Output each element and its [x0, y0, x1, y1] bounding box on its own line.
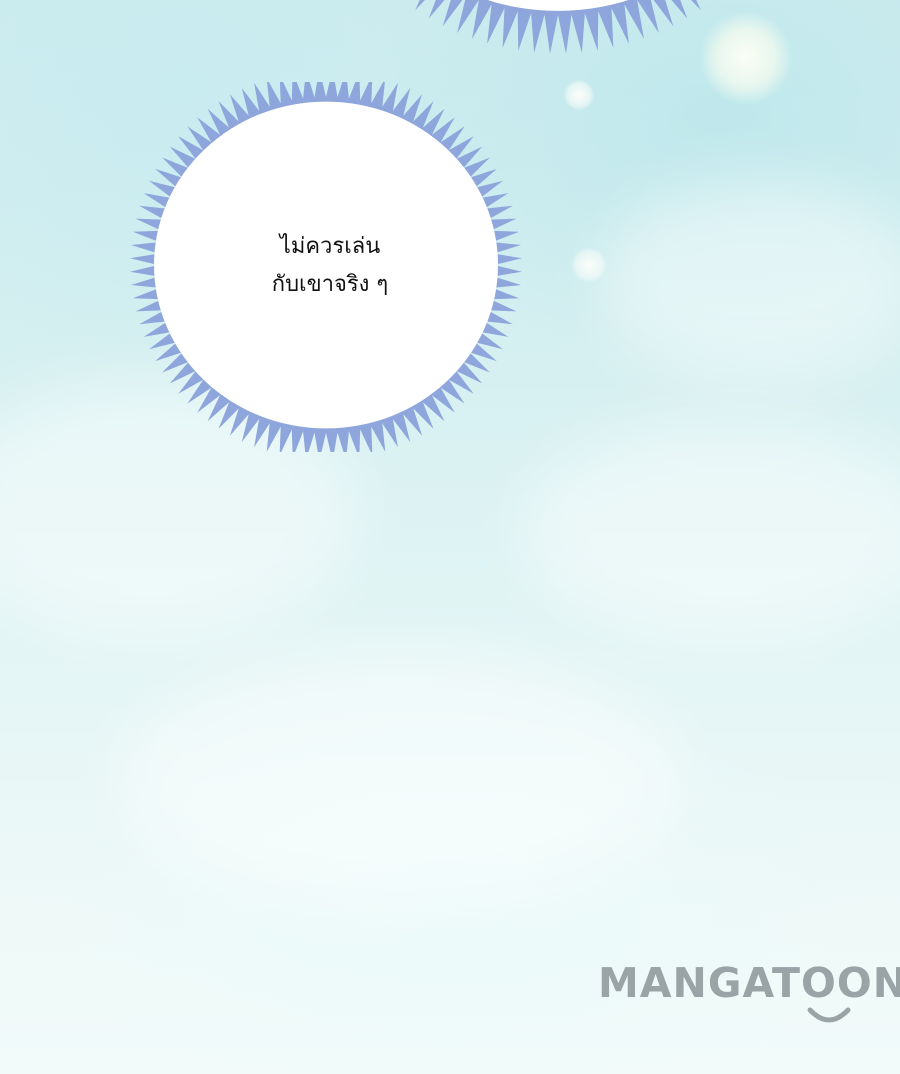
cloud — [600, 180, 900, 380]
speech-line-2: กับเขาจริง ๆ — [271, 272, 389, 297]
cloud — [120, 650, 680, 910]
logo-text: MANGATOON — [598, 959, 900, 1007]
cloud — [520, 420, 900, 640]
speech-bubble-text: ไม่ควรเล่น กับเขาจริง ๆ — [230, 228, 430, 304]
speech-bubble-top — [402, 0, 714, 54]
light-orb — [572, 248, 606, 282]
comic-panel: ไม่ควรเล่น กับเขาจริง ๆ MANGATOON — [0, 0, 900, 1074]
mangatoon-logo: MANGATOON — [598, 958, 900, 1028]
smile-icon — [807, 1007, 851, 1023]
light-orb — [564, 80, 594, 110]
speech-line-1: ไม่ควรเล่น — [279, 234, 381, 259]
